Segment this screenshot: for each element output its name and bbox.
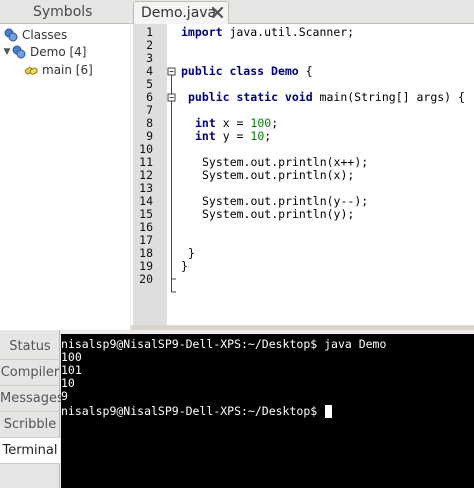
code-editor[interactable]: Demo.java 1 2 3 4 5 6 7 8 9 10 11 12 13 … [131,0,474,330]
code-token: 100 [250,116,272,130]
code-token: ; [271,116,279,130]
tree-item-label: main [6] [42,63,93,77]
message-window: Status Compiler Messages Scribble Termin… [0,330,474,488]
symbols-tab[interactable]: Symbols [0,0,130,24]
symbols-panel: Symbols Classes ▼ Demo [4] main [6] [0,0,130,330]
code-area[interactable]: import java.util.Scanner; public class D… [177,24,474,325]
expander-arrow-icon[interactable]: ▼ [2,47,12,57]
tab-compiler[interactable]: Compiler [0,360,60,386]
classes-icon [4,28,18,42]
class-icon [12,45,26,59]
code-token: y = [215,129,251,143]
symbols-tab-label: Symbols [33,4,93,20]
tree-item-label: Demo [4] [30,45,87,59]
tab-messages[interactable]: Messages [0,386,64,412]
code-token: public class [181,64,265,78]
code-line-12: System.out.println(x); [202,168,355,182]
code-token: { [298,64,313,78]
code-line-6: public static void main(String[] args) { [188,91,465,104]
code-line-19: } [181,259,188,273]
close-icon[interactable] [211,6,224,19]
terminal-line: nisalsp9@NisalSP9-Dell-XPS:~/Desktop$ ja… [61,337,387,351]
code-token: public static void [188,90,313,104]
tree-item-label: Classes [22,28,68,42]
fold-margin[interactable] [167,24,177,325]
terminal-line: 9 [61,389,68,403]
terminal-cursor [325,405,332,418]
terminal[interactable]: nisalsp9@NisalSP9-Dell-XPS:~/Desktop$ ja… [61,334,474,488]
editor-tab-bar: Demo.java [131,0,474,24]
code-line-9: int y = 10; [195,130,271,143]
tree-item-classes[interactable]: Classes [4,26,67,44]
code-token: int [195,129,216,143]
code-token: Demo [264,64,299,78]
tab-scribble[interactable]: Scribble [0,412,60,438]
message-tab-bar: Status Compiler Messages Scribble Termin… [0,330,64,488]
method-icon [24,67,38,75]
code-token: main(String[] args) { [312,90,465,104]
code-line-1: import java.util.Scanner; [181,26,354,39]
line-number: 20 [139,272,153,286]
tab-terminal[interactable]: Terminal [0,438,60,464]
line-number-gutter: 1 2 3 4 5 6 7 8 9 10 11 12 13 14 15 16 1… [133,24,167,325]
main-area: Symbols Classes ▼ Demo [4] main [6] Demo… [0,0,474,330]
tab-label: Demo.java [141,5,217,21]
tab-status[interactable]: Status [0,334,60,360]
code-token: x = [215,116,251,130]
terminal-prompt: nisalsp9@NisalSP9-Dell-XPS:~/Desktop$ [61,404,325,418]
symbols-tree: Classes ▼ Demo [4] main [6] [0,24,130,330]
code-token: java.util.Scanner; [222,25,355,39]
code-token: import [181,25,223,39]
code-token: 10 [250,129,265,143]
tree-item-main[interactable]: main [6] [24,61,93,79]
tree-item-demo[interactable]: ▼ Demo [4] [2,43,87,61]
code-token: int [195,116,216,130]
tab-demo-java[interactable]: Demo.java [133,1,229,24]
code-line-4: public class Demo { [181,65,313,78]
code-line-15: System.out.println(y); [202,207,355,221]
code-token: ; [264,129,272,143]
code-line-18: } [188,246,195,260]
